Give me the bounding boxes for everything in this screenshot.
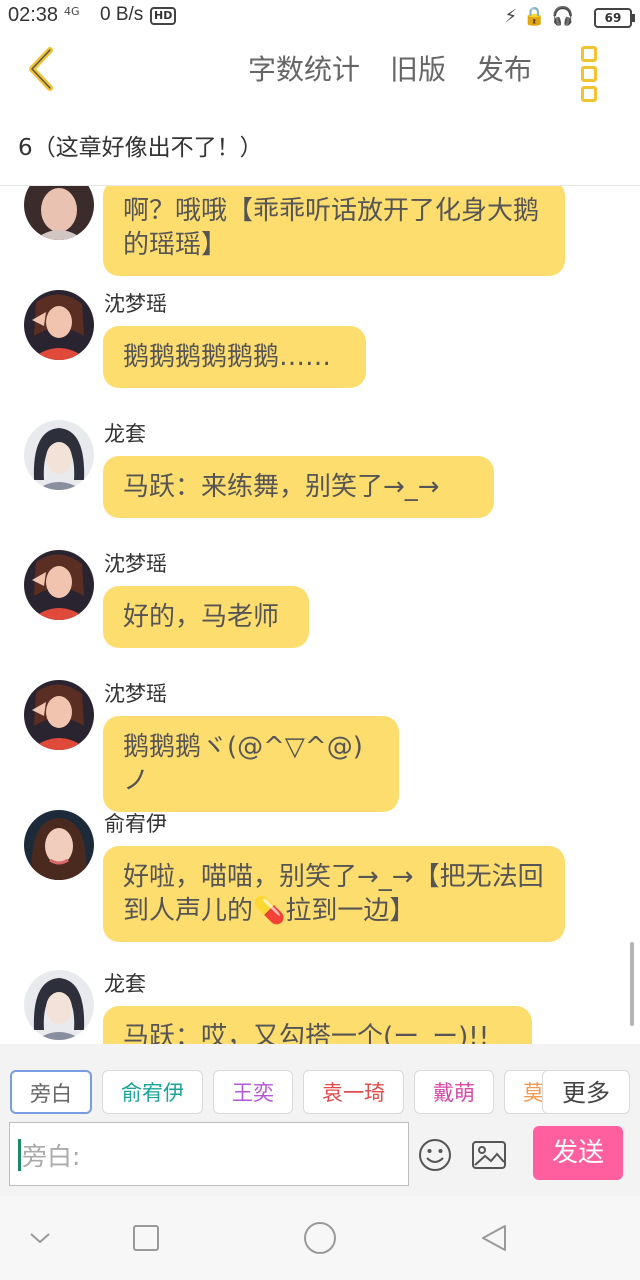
male-avatar-icon [24,970,94,1040]
male-avatar-icon [24,420,94,490]
network-speed: 0 B/s [100,4,144,25]
nav-back-button[interactable] [454,1196,534,1280]
role-chip[interactable]: 俞宥伊 [102,1070,203,1114]
status-bar: 02:38 4G 0 B/s HD ⚡🔒🎧 69 [0,0,640,34]
lock-rotation-icon: 🔒 [523,6,552,27]
female-avatar-icon [24,680,94,750]
status-icons: ⚡🔒🎧 [505,6,580,27]
triangle-back-icon [482,1225,506,1251]
sender-name: 沈梦瑶 [104,682,167,706]
nav-recents-button[interactable] [106,1196,186,1280]
old-version-button[interactable]: 旧版 [390,52,446,88]
headphone-icon: 🎧 [551,6,580,27]
avatar[interactable] [24,970,94,1040]
role-chip[interactable]: 旁白 [10,1070,92,1114]
message-bubble[interactable]: 好啦，喵喵，别笑了→_→【把无法回到人声儿的💊拉到一边】 [103,846,565,942]
message-bubble[interactable]: 鹅鹅鹅鹅鹅鹅…… [103,326,366,388]
sender-name: 龙套 [104,422,146,446]
smiley-icon [419,1139,451,1171]
chevron-left-icon [29,47,53,91]
avatar[interactable] [24,420,94,490]
composer: 旁白 俞宥伊 王奕 袁一琦 戴萌莫 更多 旁白: 发送 [0,1044,640,1196]
message-bubble[interactable]: 马跃：来练舞，别笑了→_→ [103,456,494,518]
avatar[interactable] [24,550,94,620]
sender-name: 俞宥伊 [104,812,167,836]
image-button[interactable] [471,1140,507,1170]
female-avatar-icon [24,810,94,880]
text-cursor [18,1139,21,1171]
publish-button[interactable]: 发布 [476,52,532,88]
avatar[interactable] [24,290,94,360]
role-chips: 旁白 俞宥伊 王奕 袁一琦 戴萌莫 [10,1070,550,1116]
role-chip[interactable]: 戴萌 [414,1070,494,1114]
top-bar: 字数统计 旧版 发布 [0,34,640,106]
message-input[interactable]: 旁白: [9,1122,409,1186]
role-chip[interactable]: 王奕 [213,1070,293,1114]
status-time: 02:38 [8,4,59,26]
sender-name: 龙套 [104,972,146,996]
circle-icon [304,1222,336,1254]
female-avatar-icon [24,186,94,240]
message-bubble[interactable]: 鹅鹅鹅ヾ(@^▽^@)ノ [103,716,399,812]
female-avatar-icon [24,290,94,360]
chat-list[interactable]: 啊？哦哦【乖乖听话放开了化身大鹅的瑶瑶】 沈梦瑶 鹅鹅鹅鹅鹅鹅…… 龙套 马跃：… [0,186,640,1044]
chevron-down-icon [30,1233,50,1244]
more-vertical-icon [581,46,597,62]
nav-home-button[interactable] [280,1196,360,1280]
message-bubble[interactable]: 好的，马老师 [103,586,309,648]
female-avatar-icon [24,550,94,620]
avatar[interactable] [24,186,94,240]
send-button[interactable]: 发送 [533,1126,623,1180]
word-count-button[interactable]: 字数统计 [248,52,360,88]
battery-icon: 69 [594,8,635,28]
system-nav-bar [0,1196,640,1280]
message-bubble[interactable]: 马跃：哎，又勾搭一个(ー_ー)!! [103,1006,532,1044]
nav-collapse-button[interactable] [0,1196,80,1280]
message-bubble[interactable]: 啊？哦哦【乖乖听话放开了化身大鹅的瑶瑶】 [103,186,565,276]
emoji-button[interactable] [418,1138,452,1172]
more-roles-button[interactable]: 更多 [542,1070,630,1114]
square-icon [133,1225,159,1251]
network-indicator: 4G [64,5,80,18]
input-placeholder: 旁白: [22,1142,81,1171]
sender-name: 沈梦瑶 [104,292,167,316]
image-icon [472,1141,506,1169]
chapter-title[interactable]: 6（这章好像出不了！） [18,128,263,162]
more-vertical-button[interactable] [578,46,600,102]
top-actions: 字数统计 旧版 发布 [248,52,562,88]
avatar[interactable] [24,680,94,750]
avatar[interactable] [24,810,94,880]
hd-badge: HD [150,7,177,25]
scrollbar[interactable] [630,942,634,1026]
role-chip[interactable]: 袁一琦 [303,1070,404,1114]
back-button[interactable] [22,44,62,94]
sender-name: 沈梦瑶 [104,552,167,576]
vibrate-icon: ⚡ [504,6,524,27]
